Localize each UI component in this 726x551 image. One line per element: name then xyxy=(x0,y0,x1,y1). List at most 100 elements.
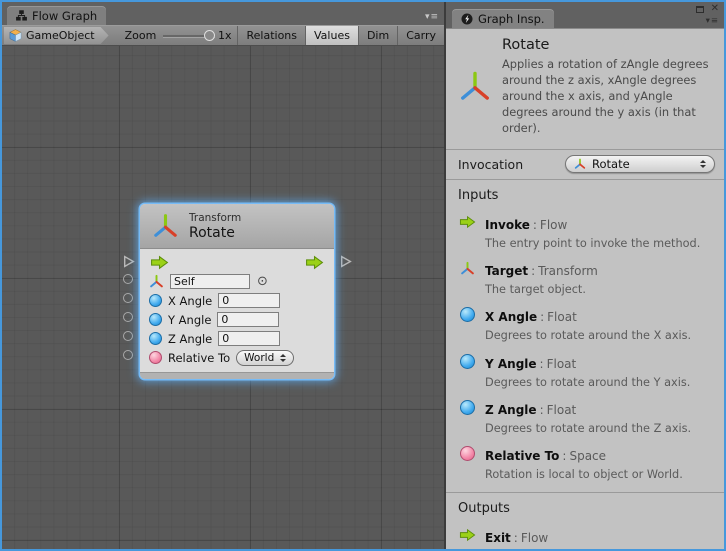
space-port-icon xyxy=(458,445,476,482)
input-entry-y-angle: Y Angle:Float Degrees to rotate around t… xyxy=(458,353,712,390)
inputs-header: Inputs xyxy=(458,188,712,203)
graph-canvas[interactable]: Transform Rotate xyxy=(2,46,444,549)
dim-button[interactable]: Dim xyxy=(359,26,398,45)
breadcrumb-gameobject[interactable]: GameObject xyxy=(4,27,109,44)
transform-axes-icon xyxy=(152,213,179,240)
port-description: The target object. xyxy=(485,282,598,297)
x-angle-row: X Angle xyxy=(149,291,325,310)
input-entry-target: Target:Transform The target object. xyxy=(458,260,712,297)
unity-flow-graph-window: Flow Graph ▾≡ GameObject Zoom 1x Relatio… xyxy=(0,0,726,551)
carry-button[interactable]: Carry xyxy=(398,26,444,45)
relative-to-label: Relative To xyxy=(168,351,230,365)
invoke-arrow-icon[interactable] xyxy=(150,255,169,270)
float-port-icon xyxy=(458,306,476,343)
target-field[interactable] xyxy=(170,274,250,289)
breadcrumb-label: GameObject xyxy=(26,29,95,42)
graph-inspector-pane: Graph Insp. ✕ ▾≡ Rotate Applies a rotati… xyxy=(446,2,724,549)
colon: : xyxy=(562,449,566,463)
port-type: Flow xyxy=(540,218,567,232)
y-angle-field[interactable] xyxy=(217,312,279,327)
flow-input-port[interactable] xyxy=(122,255,135,268)
relative-to-dropdown[interactable]: World xyxy=(236,350,294,366)
tab-flow-graph[interactable]: Flow Graph xyxy=(7,6,106,25)
graph-inspector-icon xyxy=(461,13,473,25)
colon: : xyxy=(540,310,544,324)
pane-menu-icon[interactable]: ▾≡ xyxy=(425,12,439,22)
y-angle-port[interactable] xyxy=(123,312,133,322)
float-port-icon[interactable] xyxy=(149,294,162,307)
summary-description: Applies a rotation of zAngle degrees aro… xyxy=(502,57,714,137)
x-angle-label: X Angle xyxy=(168,294,212,308)
inspector-body: Rotate Applies a rotation of zAngle degr… xyxy=(446,29,724,549)
relative-to-value: World xyxy=(244,352,274,364)
zoom-slider-thumb[interactable] xyxy=(204,30,215,41)
unit-summary: Rotate Applies a rotation of zAngle degr… xyxy=(446,29,724,150)
z-angle-field[interactable] xyxy=(218,331,280,346)
flow-graph-icon xyxy=(16,10,27,21)
exit-arrow-icon[interactable] xyxy=(305,255,324,270)
values-button[interactable]: Values xyxy=(306,26,359,45)
invocation-row: Invocation Rotate xyxy=(446,150,724,180)
window-controls: ✕ xyxy=(696,4,719,14)
transform-axes-icon xyxy=(458,260,476,297)
colon: : xyxy=(540,357,544,371)
close-icon[interactable]: ✕ xyxy=(711,4,719,14)
rotate-node-wrap: Transform Rotate xyxy=(140,204,334,379)
flow-graph-pane: Flow Graph ▾≡ GameObject Zoom 1x Relatio… xyxy=(2,2,444,549)
maximize-icon[interactable] xyxy=(696,6,704,13)
float-port-icon[interactable] xyxy=(149,332,162,345)
port-type: Float xyxy=(547,403,577,417)
port-description: The entry point to invoke the method. xyxy=(485,236,700,251)
flow-output-port[interactable] xyxy=(339,255,352,268)
graph-toolbar: GameObject Zoom 1x Relations Values Dim … xyxy=(2,25,444,46)
input-entry-x-angle: X Angle:Float Degrees to rotate around t… xyxy=(458,306,712,343)
invocation-dropdown[interactable]: Rotate xyxy=(565,155,715,173)
z-angle-port[interactable] xyxy=(123,331,133,341)
gameobject-cube-icon xyxy=(9,29,22,42)
port-type: Flow xyxy=(521,531,548,545)
port-type: Space xyxy=(569,449,606,463)
object-picker-icon[interactable]: ⊙ xyxy=(257,275,268,288)
relations-button[interactable]: Relations xyxy=(238,26,306,45)
port-name: Target xyxy=(485,264,528,278)
port-type: Float xyxy=(547,357,577,371)
z-angle-label: Z Angle xyxy=(168,332,212,346)
inspector-tabbar: Graph Insp. ✕ ▾≡ xyxy=(446,2,724,29)
x-angle-port[interactable] xyxy=(123,293,133,303)
flow-graph-tabbar: Flow Graph ▾≡ xyxy=(2,2,444,25)
target-row: ⊙ xyxy=(149,272,325,291)
rotate-node-header[interactable]: Transform Rotate xyxy=(140,204,334,249)
colon: : xyxy=(540,403,544,417)
port-name: X Angle xyxy=(485,310,537,324)
zoom-slider[interactable] xyxy=(163,30,215,41)
flow-row xyxy=(149,253,325,272)
transform-axes-icon xyxy=(149,274,164,289)
transform-axes-icon xyxy=(458,70,492,104)
space-port-icon[interactable] xyxy=(149,351,162,364)
port-type: Transform xyxy=(538,264,598,278)
z-angle-row: Z Angle xyxy=(149,329,325,348)
port-description: Degrees to rotate around the Y axis. xyxy=(485,375,690,390)
inspector-menu-icon[interactable]: ▾≡ xyxy=(706,16,719,26)
float-port-icon[interactable] xyxy=(149,313,162,326)
y-angle-label: Y Angle xyxy=(168,313,211,327)
port-type: Float xyxy=(547,310,577,324)
flow-arrow-icon xyxy=(458,527,476,549)
port-description: Rotation is local to object or World. xyxy=(485,467,683,482)
zoom-label: Zoom xyxy=(125,29,157,42)
transform-axes-icon xyxy=(574,158,586,170)
port-name: Relative To xyxy=(485,449,559,463)
summary-title: Rotate xyxy=(502,37,714,53)
rotate-node[interactable]: Transform Rotate xyxy=(140,204,334,379)
colon: : xyxy=(514,531,518,545)
x-angle-field[interactable] xyxy=(218,293,280,308)
target-port[interactable] xyxy=(123,274,133,284)
port-description: Degrees to rotate around the X axis. xyxy=(485,328,691,343)
input-entry-relative-to: Relative To:Space Rotation is local to o… xyxy=(458,445,712,482)
tab-graph-inspector[interactable]: Graph Insp. xyxy=(452,9,554,28)
outputs-header: Outputs xyxy=(458,501,712,516)
relative-to-port[interactable] xyxy=(123,350,133,360)
toolbar-toggle-group: Relations Values Dim Carry xyxy=(237,26,444,45)
input-entry-invoke: Invoke:Flow The entry point to invoke th… xyxy=(458,214,712,251)
node-footer xyxy=(140,372,334,379)
